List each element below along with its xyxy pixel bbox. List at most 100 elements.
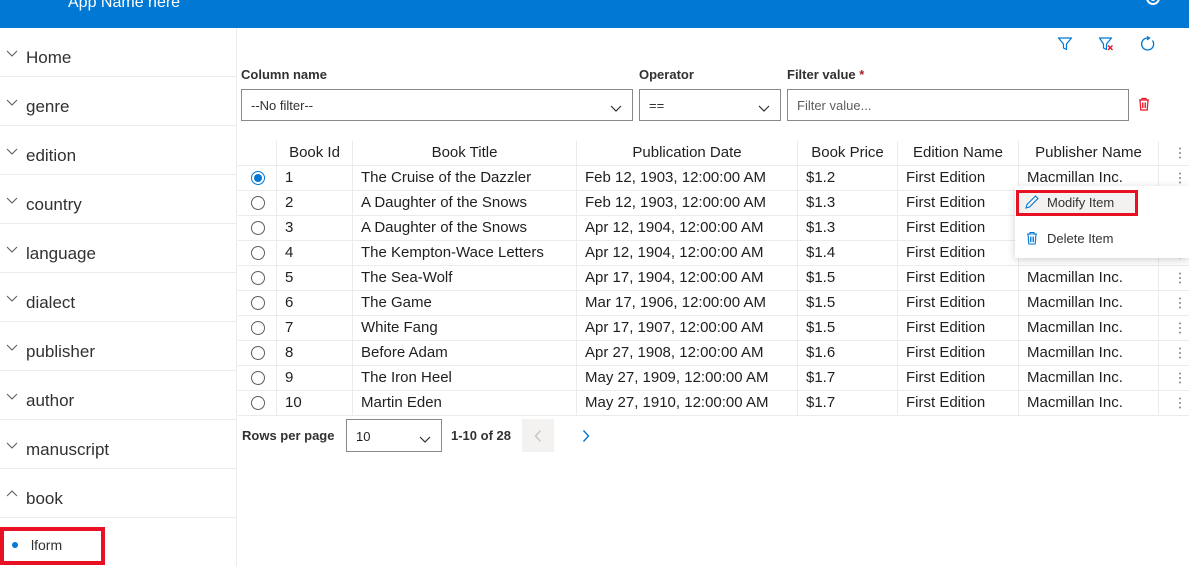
filter-value-placeholder: Filter value... bbox=[797, 98, 872, 113]
table-row[interactable]: 5 The Sea-Wolf Apr 17, 1904, 12:00:00 AM $1… bbox=[238, 266, 1189, 291]
sidebar-item-home[interactable]: Home bbox=[0, 28, 236, 77]
table-cell: 7 bbox=[276, 316, 352, 341]
sidebar-item-label: Home bbox=[26, 48, 72, 67]
table-cell: First Edition bbox=[897, 191, 1018, 216]
column-header[interactable]: Book Title bbox=[352, 141, 576, 166]
required-mark: * bbox=[859, 67, 865, 82]
row-select-radio[interactable] bbox=[251, 196, 265, 210]
sidebar-item-publisher[interactable]: publisher bbox=[0, 322, 236, 371]
sidebar-item-author[interactable]: author bbox=[0, 371, 236, 420]
sidebar-item-genre[interactable]: genre bbox=[0, 77, 236, 126]
table-cell: Mar 17, 1906, 12:00:00 AM bbox=[576, 291, 797, 316]
table-cell: White Fang bbox=[352, 316, 576, 341]
chevron-down-icon bbox=[6, 144, 18, 156]
filter-value-label-text: Filter value bbox=[787, 67, 856, 82]
chevron-down-icon bbox=[6, 340, 18, 352]
row-select-radio[interactable] bbox=[251, 221, 265, 235]
table-cell: $1.7 bbox=[797, 366, 897, 391]
row-more-options-icon[interactable] bbox=[1175, 171, 1185, 185]
pencil-icon bbox=[1024, 194, 1040, 210]
table-row[interactable]: 8 Before Adam Apr 27, 1908, 12:00:00 AM $1.… bbox=[238, 341, 1189, 366]
row-select-radio[interactable] bbox=[251, 296, 265, 310]
column-header[interactable]: Edition Name bbox=[897, 141, 1018, 166]
row-select-radio[interactable] bbox=[251, 246, 265, 260]
row-select-radio[interactable] bbox=[251, 321, 265, 335]
table-cell: $1.2 bbox=[797, 166, 897, 191]
table-row[interactable]: 10 Martin Eden May 27, 1910, 12:00:00 AM $1… bbox=[238, 391, 1189, 416]
table-cell: First Edition bbox=[897, 266, 1018, 291]
row-more-options-icon[interactable] bbox=[1175, 346, 1185, 360]
column-name-dropdown[interactable]: --No filter-- bbox=[241, 89, 633, 121]
filter-icon[interactable] bbox=[1057, 36, 1073, 52]
table-cell: Macmillan Inc. bbox=[1018, 391, 1158, 416]
table-cell: 1 bbox=[276, 166, 352, 191]
table-cell: First Edition bbox=[897, 166, 1018, 191]
previous-page-button[interactable] bbox=[522, 419, 554, 452]
refresh-icon[interactable] bbox=[1140, 35, 1156, 52]
table-cell: Macmillan Inc. bbox=[1018, 266, 1158, 291]
sidebar-item-label: manuscript bbox=[26, 440, 110, 459]
sidebar-item-label: edition bbox=[26, 146, 77, 165]
table-header-row: Book Id Book Title Publication Date Book Pr… bbox=[238, 141, 1189, 166]
row-select-radio[interactable] bbox=[251, 271, 265, 285]
row-more-options-icon[interactable] bbox=[1175, 296, 1185, 310]
modify-item-menu-item[interactable]: Modify Item bbox=[1015, 186, 1189, 220]
sidebar-subitem-lform[interactable]: lform bbox=[0, 527, 105, 565]
sidebar-item-label: language bbox=[26, 244, 96, 263]
delete-item-menu-item[interactable]: Delete Item bbox=[1015, 222, 1189, 256]
chevron-down-icon bbox=[610, 100, 622, 112]
column-header[interactable]: Book Id bbox=[276, 141, 352, 166]
table-row[interactable]: 6 The Game Mar 17, 1906, 12:00:00 AM $1.5 Fi… bbox=[238, 291, 1189, 316]
row-more-options-icon[interactable] bbox=[1175, 321, 1185, 335]
row-select-radio[interactable] bbox=[251, 396, 265, 410]
delete-filter-trash-icon[interactable] bbox=[1136, 96, 1152, 112]
sidebar-item-language[interactable]: language bbox=[0, 224, 236, 273]
table-cell: $1.4 bbox=[797, 241, 897, 266]
table-cell: Apr 27, 1908, 12:00:00 AM bbox=[576, 341, 797, 366]
sidebar-item-dialect[interactable]: dialect bbox=[0, 273, 236, 322]
table-row[interactable]: 9 The Iron Heel May 27, 1909, 12:00:00 AM $… bbox=[238, 366, 1189, 391]
table-cell: First Edition bbox=[897, 391, 1018, 416]
table-cell: The Iron Heel bbox=[352, 366, 576, 391]
chevron-down-icon bbox=[6, 95, 18, 107]
sidebar-item-label: dialect bbox=[26, 293, 76, 312]
sidebar-item-label: genre bbox=[26, 97, 70, 116]
row-select-radio[interactable] bbox=[251, 171, 265, 185]
table-cell: Feb 12, 1903, 12:00:00 AM bbox=[576, 191, 797, 216]
sidebar-item-book[interactable]: book bbox=[0, 469, 236, 518]
next-page-button[interactable] bbox=[570, 419, 602, 452]
delete-item-label: Delete Item bbox=[1047, 231, 1114, 246]
app-header: App Name here bbox=[0, 0, 1189, 28]
rows-per-page-dropdown[interactable]: 10 bbox=[346, 419, 442, 452]
row-more-options-icon[interactable] bbox=[1175, 371, 1185, 385]
column-header[interactable]: Publication Date bbox=[576, 141, 797, 166]
sidebar-item-label: publisher bbox=[26, 342, 95, 361]
row-select-radio[interactable] bbox=[251, 371, 265, 385]
table-cell: 10 bbox=[276, 391, 352, 416]
chevron-down-icon bbox=[6, 291, 18, 303]
column-header[interactable]: Publisher Name bbox=[1018, 141, 1158, 166]
table-cell: 8 bbox=[276, 341, 352, 366]
sidebar-item-manuscript[interactable]: manuscript bbox=[0, 420, 236, 469]
table-cell: Macmillan Inc. bbox=[1018, 291, 1158, 316]
table-row[interactable]: 7 White Fang Apr 17, 1907, 12:00:00 AM $1.5… bbox=[238, 316, 1189, 341]
clear-filter-icon[interactable] bbox=[1098, 36, 1114, 52]
row-more-options-icon[interactable] bbox=[1175, 396, 1185, 410]
row-more-options-icon[interactable] bbox=[1175, 271, 1185, 285]
operator-value: == bbox=[649, 98, 665, 113]
more-options-icon[interactable] bbox=[1175, 146, 1185, 160]
operator-dropdown[interactable]: == bbox=[639, 89, 781, 121]
column-header[interactable]: Book Price bbox=[797, 141, 897, 166]
row-select-radio[interactable] bbox=[251, 346, 265, 360]
table-cell: Before Adam bbox=[352, 341, 576, 366]
table-cell: First Edition bbox=[897, 241, 1018, 266]
filter-value-input[interactable]: Filter value... bbox=[787, 89, 1129, 121]
table-cell: 5 bbox=[276, 266, 352, 291]
table-cell: May 27, 1909, 12:00:00 AM bbox=[576, 366, 797, 391]
app-title: App Name here bbox=[68, 0, 181, 11]
table-cell: 2 bbox=[276, 191, 352, 216]
sidebar-item-country[interactable]: country bbox=[0, 175, 236, 224]
sidebar-item-edition[interactable]: edition bbox=[0, 126, 236, 175]
table-cell: First Edition bbox=[897, 291, 1018, 316]
settings-gear-icon[interactable] bbox=[1143, 0, 1163, 10]
